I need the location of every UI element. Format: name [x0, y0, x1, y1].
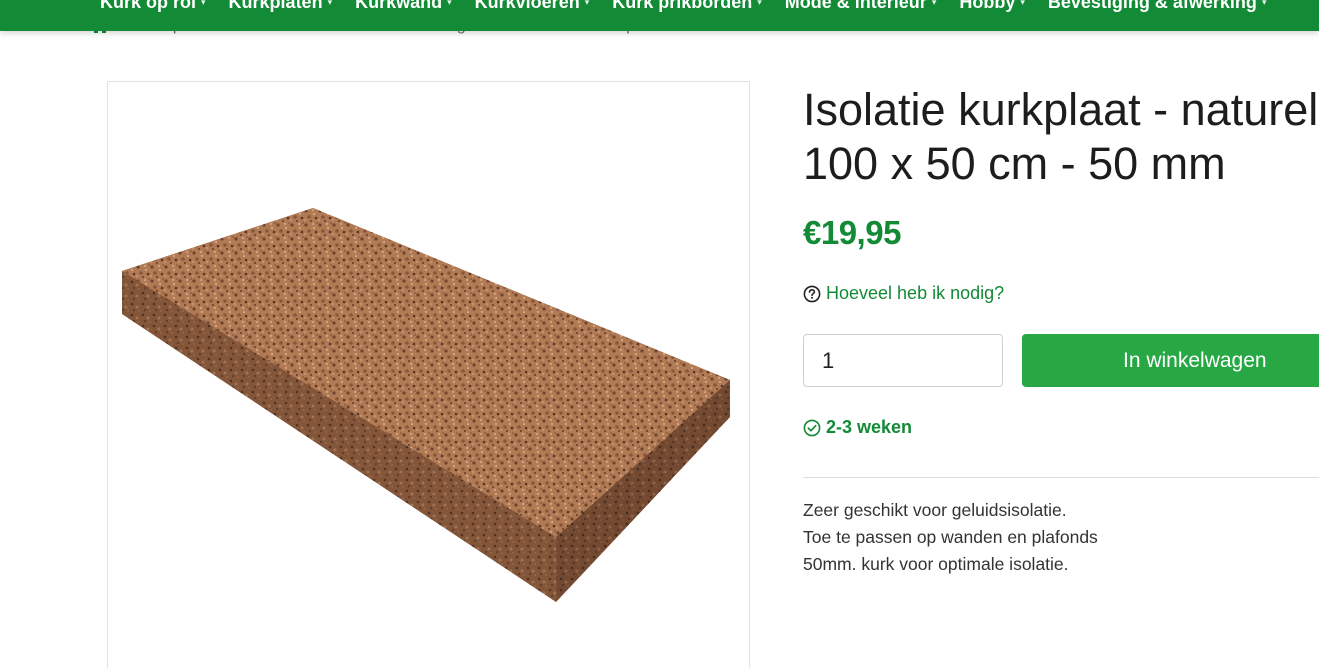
divider	[803, 477, 1319, 478]
nav-item-kurkwand[interactable]: Kurkwand ▾	[355, 0, 452, 13]
nav-item-kurk-prikborden[interactable]: Kurk prikborden ▾	[612, 0, 762, 13]
chevron-down-icon: ▾	[931, 0, 937, 7]
quantity-input[interactable]	[803, 334, 1003, 387]
product-image-frame[interactable]	[107, 81, 750, 668]
question-circle-icon	[803, 285, 821, 303]
chevron-down-icon: ▾	[1261, 0, 1267, 7]
chevron-down-icon: ▾	[327, 0, 333, 7]
product-title: Isolatie kurkplaat - naturel - 100 x 50 …	[803, 83, 1319, 191]
quantity-help-label: Hoeveel heb ik nodig?	[826, 283, 1005, 303]
check-circle-icon	[803, 419, 821, 437]
nav-item-label: Kurkvloeren	[474, 0, 580, 12]
product-title-line-1: Isolatie kurkplaat - naturel -	[803, 84, 1319, 135]
product-price: €19,95	[803, 214, 901, 251]
nav-item-mode-interieur[interactable]: Mode & interieur ▾	[785, 0, 937, 13]
nav-item-kurk-op-rol[interactable]: Kurk op rol ▾	[100, 0, 206, 13]
main-navigation: Kurk op rol ▾ Kurkplaten ▾ Kurkwand ▾ Kurkv…	[0, 0, 1319, 31]
product-image	[122, 208, 730, 602]
nav-item-label: Hobby	[959, 0, 1016, 12]
delivery-time: 2-3 weken	[803, 417, 912, 438]
chevron-down-icon: ▾	[584, 0, 590, 7]
description-line: Zeer geschikt voor geluidsisolatie.	[803, 500, 1067, 520]
nav-item-label: Kurk op rol	[100, 0, 197, 12]
nav-item-label: Kurk prikborden	[612, 0, 753, 12]
add-to-cart-button[interactable]: In winkelwagen	[1022, 334, 1319, 387]
product-description: Zeer geschikt voor geluidsisolatie. Toe …	[803, 497, 1098, 578]
description-line: 50mm. kurk voor optimale isolatie.	[803, 554, 1069, 574]
chevron-down-icon: ▾	[447, 0, 452, 7]
nav-item-label: Kurkwand	[355, 0, 443, 12]
nav-item-hobby[interactable]: Hobby ▾	[959, 0, 1025, 13]
nav-item-label: Mode & interieur	[784, 0, 927, 12]
chevron-down-icon: ▾	[1020, 0, 1025, 7]
chevron-down-icon: ▾	[201, 0, 206, 7]
product-title-line-2: 100 x 50 cm - 50 mm	[803, 138, 1226, 189]
nav-item-label: Kurkplaten	[228, 0, 323, 12]
nav-item-kurkvloeren[interactable]: Kurkvloeren ▾	[475, 0, 590, 13]
nav-item-bevestiging-afwerking[interactable]: Bevestiging & afwerking ▾	[1048, 0, 1267, 13]
description-line: Toe te passen op wanden en plafonds	[803, 527, 1098, 547]
delivery-time-label: 2-3 weken	[826, 417, 913, 437]
nav-item-kurkplaten[interactable]: Kurkplaten ▾	[229, 0, 333, 13]
quantity-help-link[interactable]: Hoeveel heb ik nodig?	[803, 283, 1004, 304]
nav-menu: Kurk op rol ▾ Kurkplaten ▾ Kurkwand ▾ Kurkv…	[100, 0, 1289, 13]
nav-item-label: Bevestiging & afwerking	[1047, 0, 1257, 12]
chevron-down-icon: ▾	[757, 0, 762, 7]
